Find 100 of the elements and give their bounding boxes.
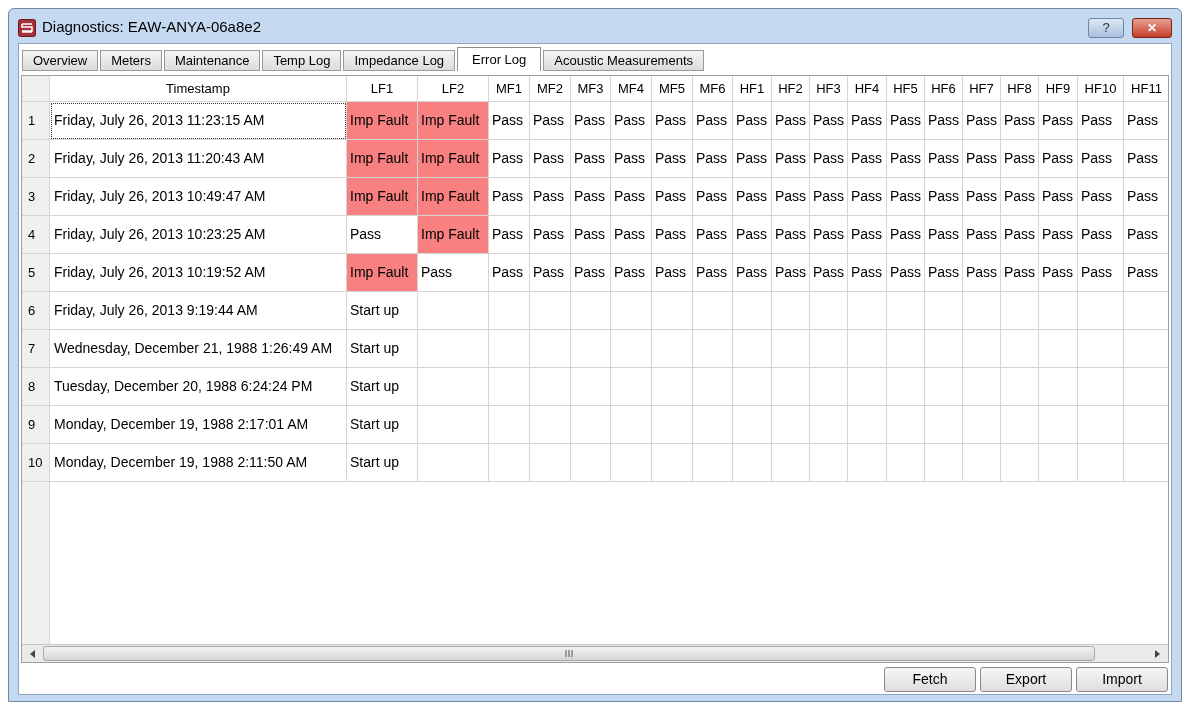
column-header[interactable]: LF1 xyxy=(347,76,418,102)
table-cell: Pass xyxy=(810,140,848,178)
empty-cell xyxy=(1078,368,1124,406)
row-header[interactable]: 5 xyxy=(22,254,50,292)
row-header[interactable]: 3 xyxy=(22,178,50,216)
empty-cell xyxy=(848,368,887,406)
row-header[interactable]: 4 xyxy=(22,216,50,254)
tab[interactable]: Overview xyxy=(22,50,99,71)
row-header[interactable]: 8 xyxy=(22,368,50,406)
table-cell: Pass xyxy=(772,216,810,254)
table-cell: Pass xyxy=(652,254,693,292)
table-cell: Pass xyxy=(571,178,611,216)
empty-cell xyxy=(1001,406,1039,444)
column-header[interactable]: MF4 xyxy=(611,76,652,102)
table-cell: Pass xyxy=(489,140,530,178)
column-header[interactable]: HF10 xyxy=(1078,76,1124,102)
action-button[interactable]: Export xyxy=(980,667,1072,692)
row-header[interactable]: 10 xyxy=(22,444,50,482)
empty-cell xyxy=(571,292,611,330)
table-cell: Pass xyxy=(418,254,489,292)
table-cell: Pass xyxy=(489,216,530,254)
help-button[interactable]: ? xyxy=(1088,17,1124,38)
empty-cell xyxy=(530,368,571,406)
table-cell: Pass xyxy=(530,216,571,254)
empty-cell xyxy=(887,368,925,406)
grip-icon xyxy=(565,650,573,657)
horizontal-scrollbar[interactable] xyxy=(22,644,1168,662)
corner-header xyxy=(22,76,50,102)
table-cell: Pass xyxy=(887,254,925,292)
table-cell: Pass xyxy=(571,216,611,254)
empty-cell xyxy=(733,368,772,406)
tab[interactable]: Impedance Log xyxy=(343,50,456,71)
column-header[interactable]: MF2 xyxy=(530,76,571,102)
scrollbar-thumb[interactable] xyxy=(43,646,1095,661)
tab[interactable]: Temp Log xyxy=(262,50,342,71)
empty-cell xyxy=(848,444,887,482)
table-cell: Pass xyxy=(530,254,571,292)
empty-cell xyxy=(810,368,848,406)
table-cell: Pass xyxy=(925,178,963,216)
empty-cell xyxy=(925,330,963,368)
empty-cell xyxy=(772,406,810,444)
table-cell: Pass xyxy=(887,216,925,254)
empty-cell xyxy=(925,444,963,482)
table-cell: Pass xyxy=(1001,216,1039,254)
empty-cell xyxy=(611,406,652,444)
column-header[interactable]: HF2 xyxy=(772,76,810,102)
table-cell: Imp Fault xyxy=(418,178,489,216)
empty-cell xyxy=(571,368,611,406)
column-header[interactable]: MF6 xyxy=(693,76,733,102)
tab[interactable]: Acoustic Measurements xyxy=(543,50,705,71)
empty-cell xyxy=(489,368,530,406)
column-header[interactable]: MF5 xyxy=(652,76,693,102)
row-header[interactable]: 2 xyxy=(22,140,50,178)
column-header[interactable]: MF1 xyxy=(489,76,530,102)
column-header[interactable]: LF2 xyxy=(418,76,489,102)
column-header[interactable]: HF8 xyxy=(1001,76,1039,102)
scroll-right-icon[interactable] xyxy=(1155,649,1160,658)
column-header[interactable]: Timestamp xyxy=(50,76,347,102)
column-header[interactable]: HF6 xyxy=(925,76,963,102)
empty-cell xyxy=(733,444,772,482)
table-cell: Pass xyxy=(1001,178,1039,216)
window-title: Diagnostics: EAW-ANYA-06a8e2 xyxy=(42,17,261,38)
table-cell: Pass xyxy=(963,216,1001,254)
row-header[interactable]: 7 xyxy=(22,330,50,368)
empty-cell xyxy=(611,368,652,406)
action-button[interactable]: Fetch xyxy=(884,667,976,692)
tab[interactable]: Maintenance xyxy=(163,50,261,71)
table-cell: Pass xyxy=(848,216,887,254)
column-header[interactable]: HF3 xyxy=(810,76,848,102)
table-cell: Imp Fault xyxy=(418,102,489,140)
table-cell: Friday, July 26, 2013 10:23:25 AM xyxy=(50,216,347,254)
column-header[interactable]: MF3 xyxy=(571,76,611,102)
tab[interactable]: Meters xyxy=(100,50,162,71)
row-header[interactable]: 9 xyxy=(22,406,50,444)
table-cell: Pass xyxy=(652,216,693,254)
empty-cell xyxy=(1078,292,1124,330)
column-header[interactable]: HF1 xyxy=(733,76,772,102)
table-cell: Imp Fault xyxy=(418,140,489,178)
row-header[interactable]: 6 xyxy=(22,292,50,330)
empty-cell xyxy=(693,292,733,330)
table-cell: Friday, July 26, 2013 11:23:15 AM xyxy=(50,102,347,140)
table-cell: Pass xyxy=(733,254,772,292)
column-header[interactable]: HF7 xyxy=(963,76,1001,102)
column-header[interactable]: HF4 xyxy=(848,76,887,102)
scroll-left-icon[interactable] xyxy=(30,649,35,658)
table-cell: Pass xyxy=(652,178,693,216)
table-cell: Pass xyxy=(887,102,925,140)
table-cell: Pass xyxy=(925,102,963,140)
tab[interactable]: Error Log xyxy=(457,47,542,71)
empty-cell xyxy=(530,406,571,444)
empty-cell xyxy=(611,444,652,482)
column-header[interactable]: HF5 xyxy=(887,76,925,102)
empty-cell xyxy=(693,330,733,368)
action-button[interactable]: Import xyxy=(1076,667,1168,692)
table-cell: Pass xyxy=(1001,254,1039,292)
row-header[interactable]: 1 xyxy=(22,102,50,140)
table-cell: Pass xyxy=(733,216,772,254)
column-header[interactable]: HF9 xyxy=(1039,76,1078,102)
empty-cell xyxy=(848,292,887,330)
table-cell: Pass xyxy=(1124,178,1168,216)
